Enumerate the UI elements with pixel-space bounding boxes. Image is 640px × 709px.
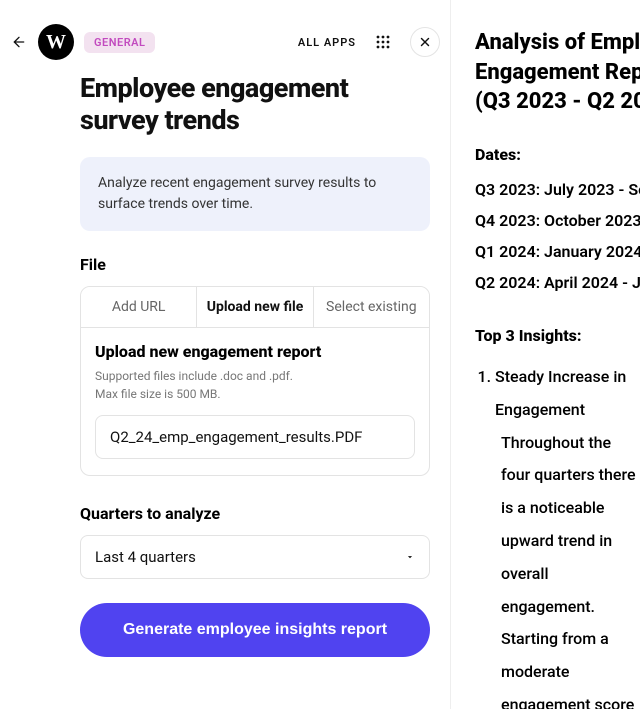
grid-icon [375, 34, 391, 50]
logo: W [38, 24, 74, 60]
insight-title: Steady Increase in Engagement [495, 367, 626, 419]
description-box: Analyze recent engagement survey results… [80, 157, 430, 231]
logo-letter: W [46, 31, 66, 54]
quarters-value: Last 4 quarters [95, 548, 196, 566]
file-label: File [80, 255, 430, 274]
file-tabs: Add URL Upload new file Select existing [80, 286, 430, 328]
content: Employee engagement survey trends Analyz… [10, 72, 440, 657]
insight-item: Steady Increase in Engagement Throughout… [495, 361, 640, 709]
category-badge: GENERAL [84, 32, 155, 53]
file-input[interactable]: Q2_24_emp_engagement_results.PDF [95, 415, 415, 459]
insight-body: Throughout the four quarters there is a … [495, 427, 640, 709]
file-section: File Add URL Upload new file Select exis… [80, 255, 430, 476]
dates-label: Dates: [475, 145, 640, 164]
insights-section: Top 3 Insights: Steady Increase in Engag… [475, 326, 640, 709]
insights-label: Top 3 Insights: [475, 326, 640, 345]
tab-add-url[interactable]: Add URL [81, 287, 197, 327]
upload-panel: Upload new engagement report Supported f… [80, 328, 430, 476]
date-line: Q3 2023: July 2023 - September 2023 [475, 180, 640, 199]
quarters-select[interactable]: Last 4 quarters [80, 535, 430, 579]
date-line: Q1 2024: January 2024 - March 2024 [475, 242, 640, 261]
arrow-left-icon [11, 34, 27, 50]
date-line: Q4 2023: October 2023 - December 2023 [475, 211, 640, 230]
tab-upload-new[interactable]: Upload new file [197, 287, 313, 327]
quarters-section: Quarters to analyze Last 4 quarters [80, 504, 430, 579]
results-panel: Analysis of Employee Engagement Report (… [450, 0, 640, 709]
upload-title: Upload new engagement report [95, 342, 415, 361]
chevron-down-icon [405, 552, 415, 562]
tab-select-existing[interactable]: Select existing [314, 287, 429, 327]
topbar-right: ALL APPS [298, 27, 440, 57]
back-button[interactable] [10, 33, 28, 51]
results-title: Analysis of Employee Engagement Report (… [475, 28, 640, 117]
topbar: W GENERAL ALL APPS [10, 24, 440, 60]
page-title: Employee engagement survey trends [80, 72, 430, 137]
close-icon [418, 35, 432, 49]
apps-grid-button[interactable] [368, 27, 398, 57]
all-apps-label[interactable]: ALL APPS [298, 36, 356, 49]
upload-maxsize: Max file size is 500 MB. [95, 385, 415, 403]
date-line: Q2 2024: April 2024 - June 2024 [475, 273, 640, 292]
left-panel: W GENERAL ALL APPS Employee engagement s… [0, 0, 450, 709]
upload-supported: Supported files include .doc and .pdf. [95, 367, 415, 385]
close-button[interactable] [410, 27, 440, 57]
generate-report-button[interactable]: Generate employee insights report [80, 603, 430, 657]
quarters-label: Quarters to analyze [80, 504, 430, 523]
